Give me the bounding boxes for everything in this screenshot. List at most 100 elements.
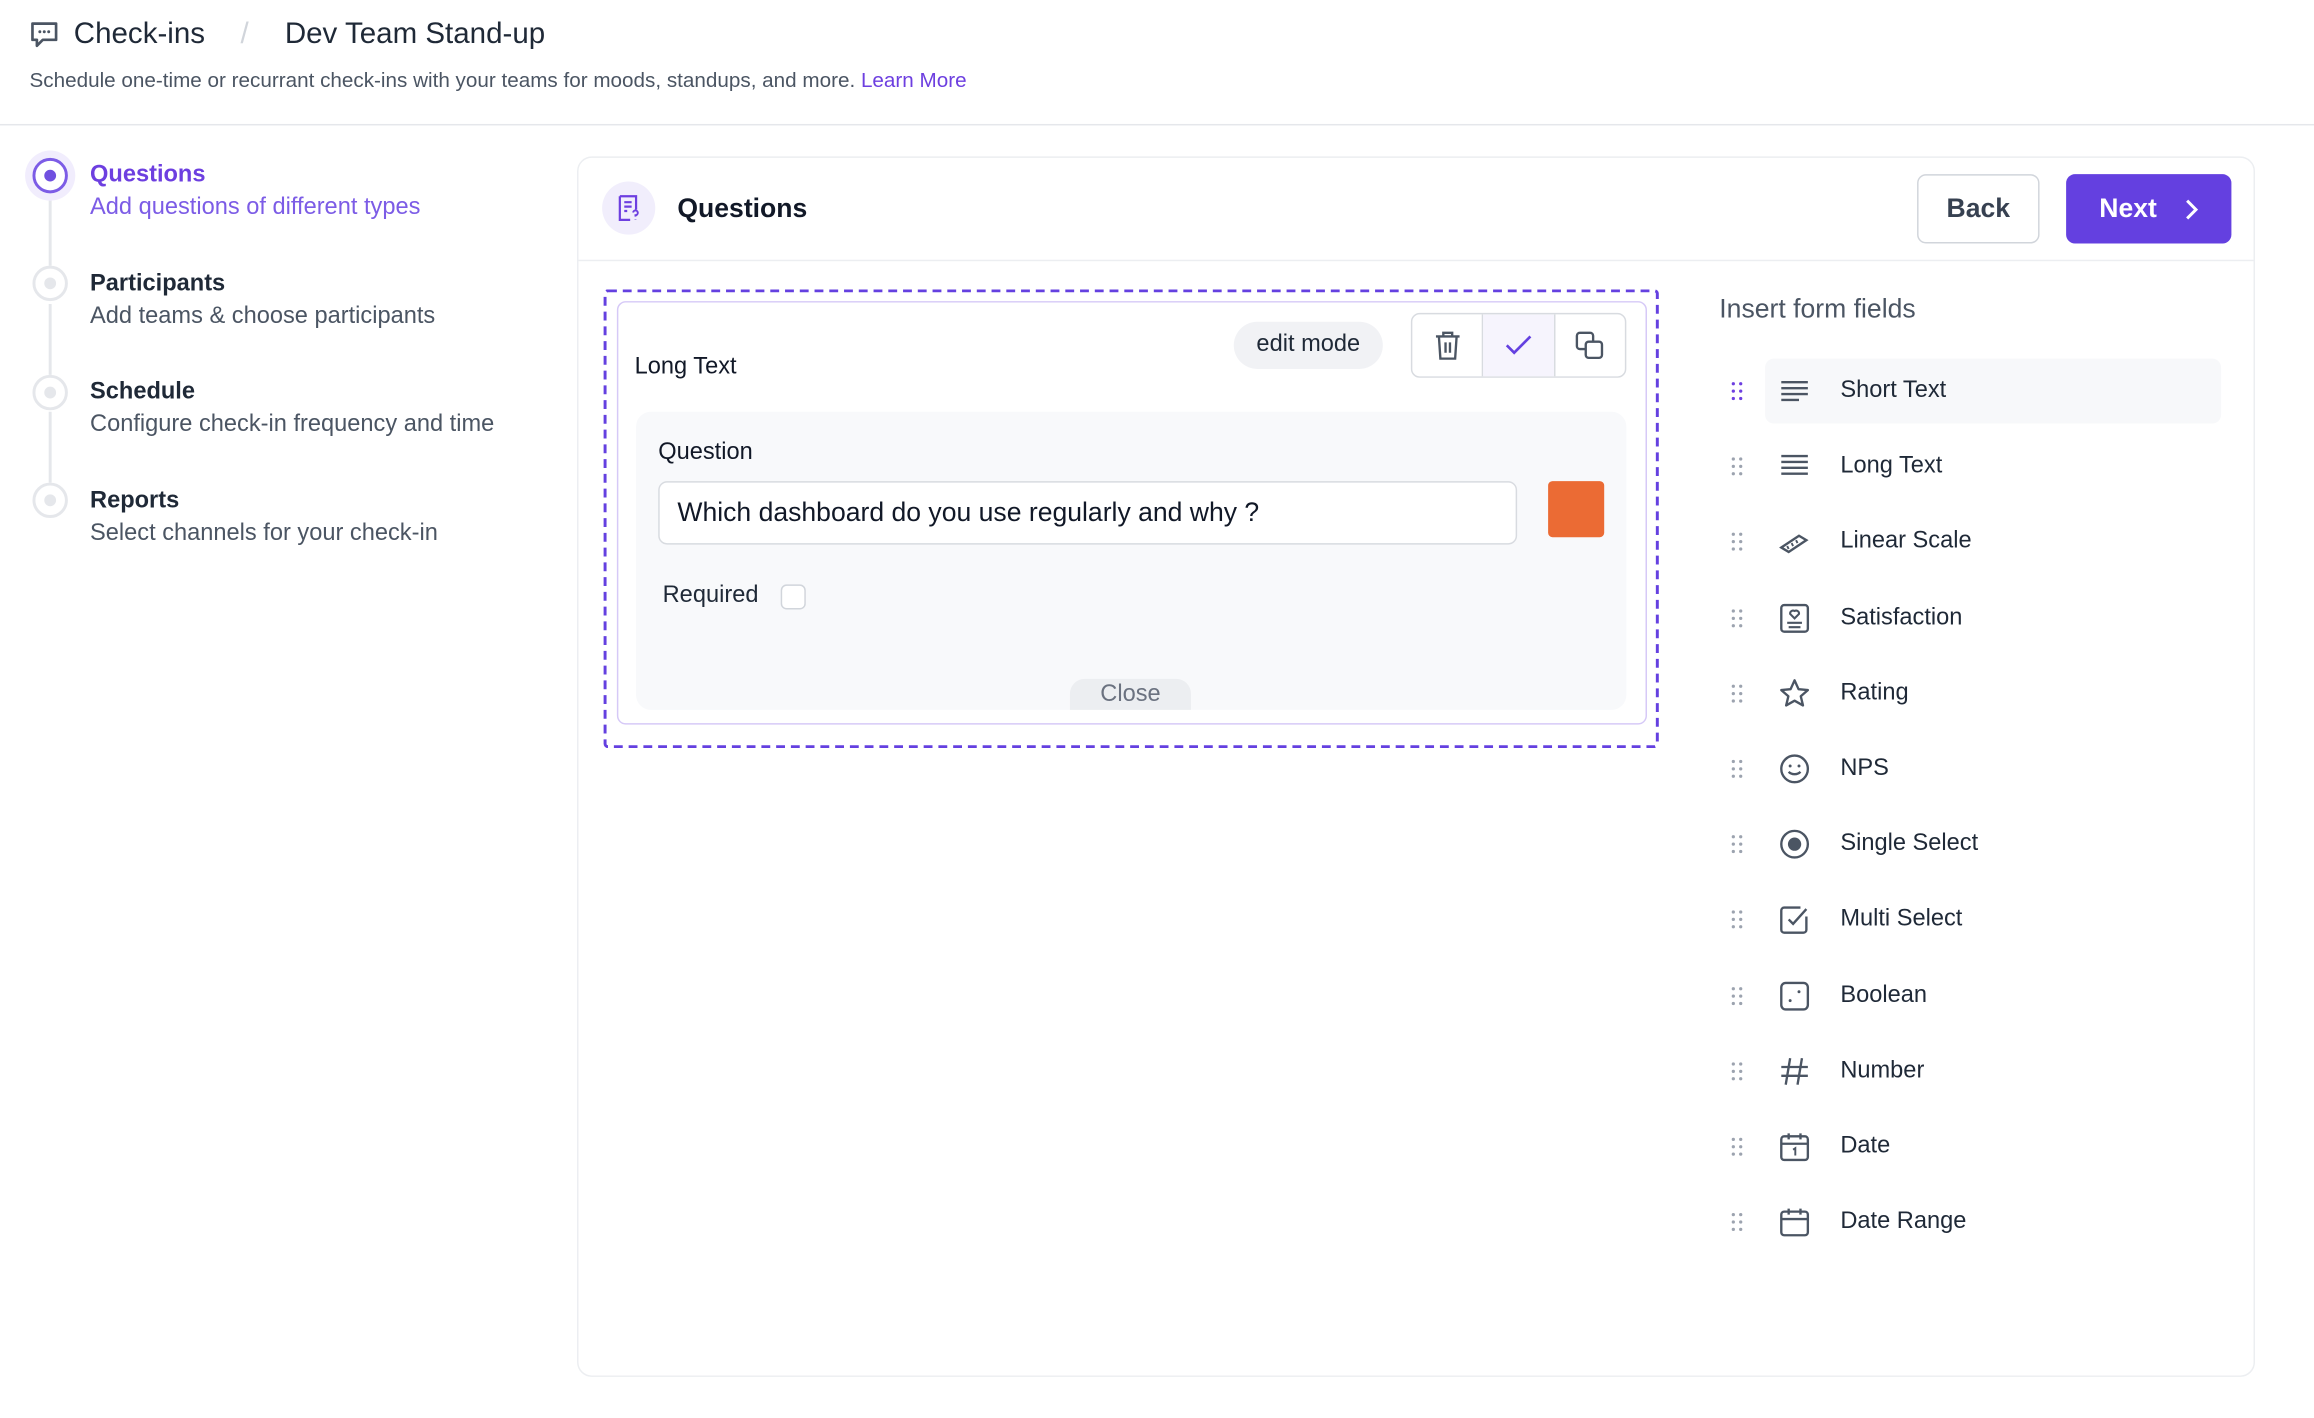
drag-handle-icon[interactable]	[1730, 985, 1745, 1006]
form-field-label: Number	[1840, 1057, 1925, 1083]
form-field-row[interactable]: Long Text	[1765, 434, 2221, 499]
question-editor	[636, 411, 1627, 710]
form-field-row[interactable]: Short Text	[1765, 358, 2222, 424]
back-button[interactable]: Back	[1917, 174, 2040, 244]
check-icon	[1505, 335, 1532, 355]
form-field-row[interactable]: Number	[1765, 1039, 2221, 1104]
form-field-label: Boolean	[1840, 982, 1927, 1008]
step-participants-title[interactable]: Participants	[90, 272, 225, 299]
step-indicator-schedule	[32, 374, 68, 411]
drag-handle-icon[interactable]	[1730, 381, 1745, 402]
form-field-row[interactable]: Multi Select	[1765, 888, 2221, 953]
form-field-number[interactable]: Number	[1719, 1039, 2221, 1104]
step-schedule-desc: Configure check-in frequency and time	[90, 411, 495, 437]
step-indicator-participants	[32, 265, 68, 302]
drag-handle-icon[interactable]	[1730, 759, 1745, 780]
edit-mode-badge: edit mode	[1233, 321, 1383, 369]
drag-handle-icon[interactable]	[1730, 1136, 1745, 1157]
form-field-label: NPS	[1840, 755, 1889, 781]
form-field-row[interactable]: Linear Scale	[1765, 510, 2221, 575]
question-field-label: Question	[658, 439, 753, 465]
duplicate-button[interactable]	[1555, 314, 1625, 376]
step-questions-title[interactable]: Questions	[90, 162, 205, 189]
step-schedule-title[interactable]: Schedule	[90, 379, 195, 406]
form-field-label: Date	[1840, 1133, 1891, 1159]
form-field-satisfaction[interactable]: Satisfaction	[1719, 585, 2221, 650]
form-field-label: Rating	[1840, 680, 1909, 706]
drag-handle-icon[interactable]	[1730, 607, 1745, 628]
drag-handle-icon[interactable]	[1730, 910, 1745, 931]
question-type-label: Long Text	[634, 354, 737, 380]
page-title: Dev Team Stand-up	[284, 17, 546, 51]
form-field-row[interactable]: Single Select	[1765, 812, 2221, 877]
form-field-row[interactable]: Boolean	[1765, 963, 2221, 1028]
trash-icon	[1435, 331, 1460, 360]
hash-icon	[1781, 1057, 1808, 1085]
form-field-multi-select[interactable]: Multi Select	[1719, 888, 2221, 953]
copy-icon	[1576, 331, 1604, 360]
form-field-long-text[interactable]: Long Text	[1719, 434, 2221, 499]
insert-fields-title: Insert form fields	[1719, 293, 1916, 324]
form-field-row[interactable]: NPS	[1765, 736, 2221, 801]
form-field-label: Linear Scale	[1840, 528, 1972, 555]
save-button[interactable]	[1483, 314, 1555, 377]
form-field-row[interactable]: Rating	[1765, 661, 2221, 726]
breadcrumb-separator: /	[240, 17, 249, 51]
drag-handle-icon[interactable]	[1730, 834, 1745, 855]
questions-icon	[602, 181, 656, 235]
form-field-boolean[interactable]: Boolean	[1719, 963, 2221, 1028]
next-button[interactable]: Next	[2066, 174, 2232, 244]
step-reports-desc: Select channels for your check-in	[90, 520, 438, 547]
next-label: Next	[2099, 193, 2157, 223]
required-label: Required	[662, 582, 759, 609]
step-questions-desc: Add questions of different types	[90, 194, 421, 220]
form-field-single-select[interactable]: Single Select	[1719, 812, 2221, 877]
drag-handle-icon[interactable]	[1730, 683, 1745, 704]
chevron-right-icon	[2185, 198, 2198, 219]
form-field-date[interactable]: Date	[1719, 1114, 2221, 1179]
drag-handle-icon[interactable]	[1730, 456, 1745, 477]
step-reports-title[interactable]: Reports	[90, 488, 179, 515]
drag-handle-icon[interactable]	[1730, 532, 1745, 553]
delete-button[interactable]	[1412, 314, 1484, 377]
smiley-icon	[1780, 754, 1810, 784]
form-field-short-text[interactable]: Short Text	[1719, 358, 2222, 424]
checkbox-icon	[1780, 907, 1808, 935]
form-field-rating[interactable]: Rating	[1719, 661, 2221, 726]
long-text-icon	[1781, 455, 1808, 476]
form-field-label: Satisfaction	[1840, 604, 1963, 630]
step-indicator-reports	[32, 482, 68, 519]
close-button[interactable]: Close	[1069, 678, 1191, 710]
short-text-icon	[1781, 381, 1808, 402]
panel-title: Questions	[677, 193, 808, 223]
form-field-row[interactable]: Date	[1765, 1114, 2221, 1179]
form-field-date-range[interactable]: Date Range	[1719, 1190, 2221, 1255]
chat-bubble-icon	[31, 22, 58, 48]
header-divider	[0, 123, 2314, 126]
breadcrumb-checkins[interactable]: Check-ins	[74, 18, 205, 52]
step-connector	[48, 194, 52, 266]
form-field-nps[interactable]: NPS	[1719, 736, 2221, 801]
satisfaction-icon	[1780, 603, 1810, 633]
card-action-group	[1410, 312, 1627, 378]
learn-more-link[interactable]: Learn More	[861, 68, 967, 92]
form-field-row[interactable]: Date Range	[1765, 1190, 2221, 1255]
drag-handle-icon[interactable]	[1730, 1061, 1745, 1082]
color-swatch[interactable]	[1548, 481, 1605, 538]
form-field-label: Multi Select	[1840, 906, 1963, 932]
question-input[interactable]: Which dashboard do you use regularly and…	[658, 481, 1518, 545]
calendar-range-icon	[1780, 1208, 1810, 1237]
boolean-icon	[1780, 981, 1810, 1011]
radio-icon	[1780, 829, 1810, 859]
form-field-linear-scale[interactable]: Linear Scale	[1719, 510, 2221, 575]
form-field-label: Long Text	[1840, 453, 1943, 479]
required-checkbox[interactable]	[780, 584, 806, 610]
form-field-row[interactable]: Satisfaction	[1765, 585, 2221, 650]
form-field-label: Short Text	[1840, 377, 1947, 403]
step-connector	[48, 411, 52, 483]
page-subtitle: Schedule one-time or recurrant check-ins…	[30, 68, 967, 92]
step-participants-desc: Add teams & choose participants	[90, 304, 436, 330]
star-icon	[1780, 678, 1810, 707]
drag-handle-icon[interactable]	[1730, 1212, 1745, 1233]
form-field-label: Single Select	[1840, 831, 1979, 857]
